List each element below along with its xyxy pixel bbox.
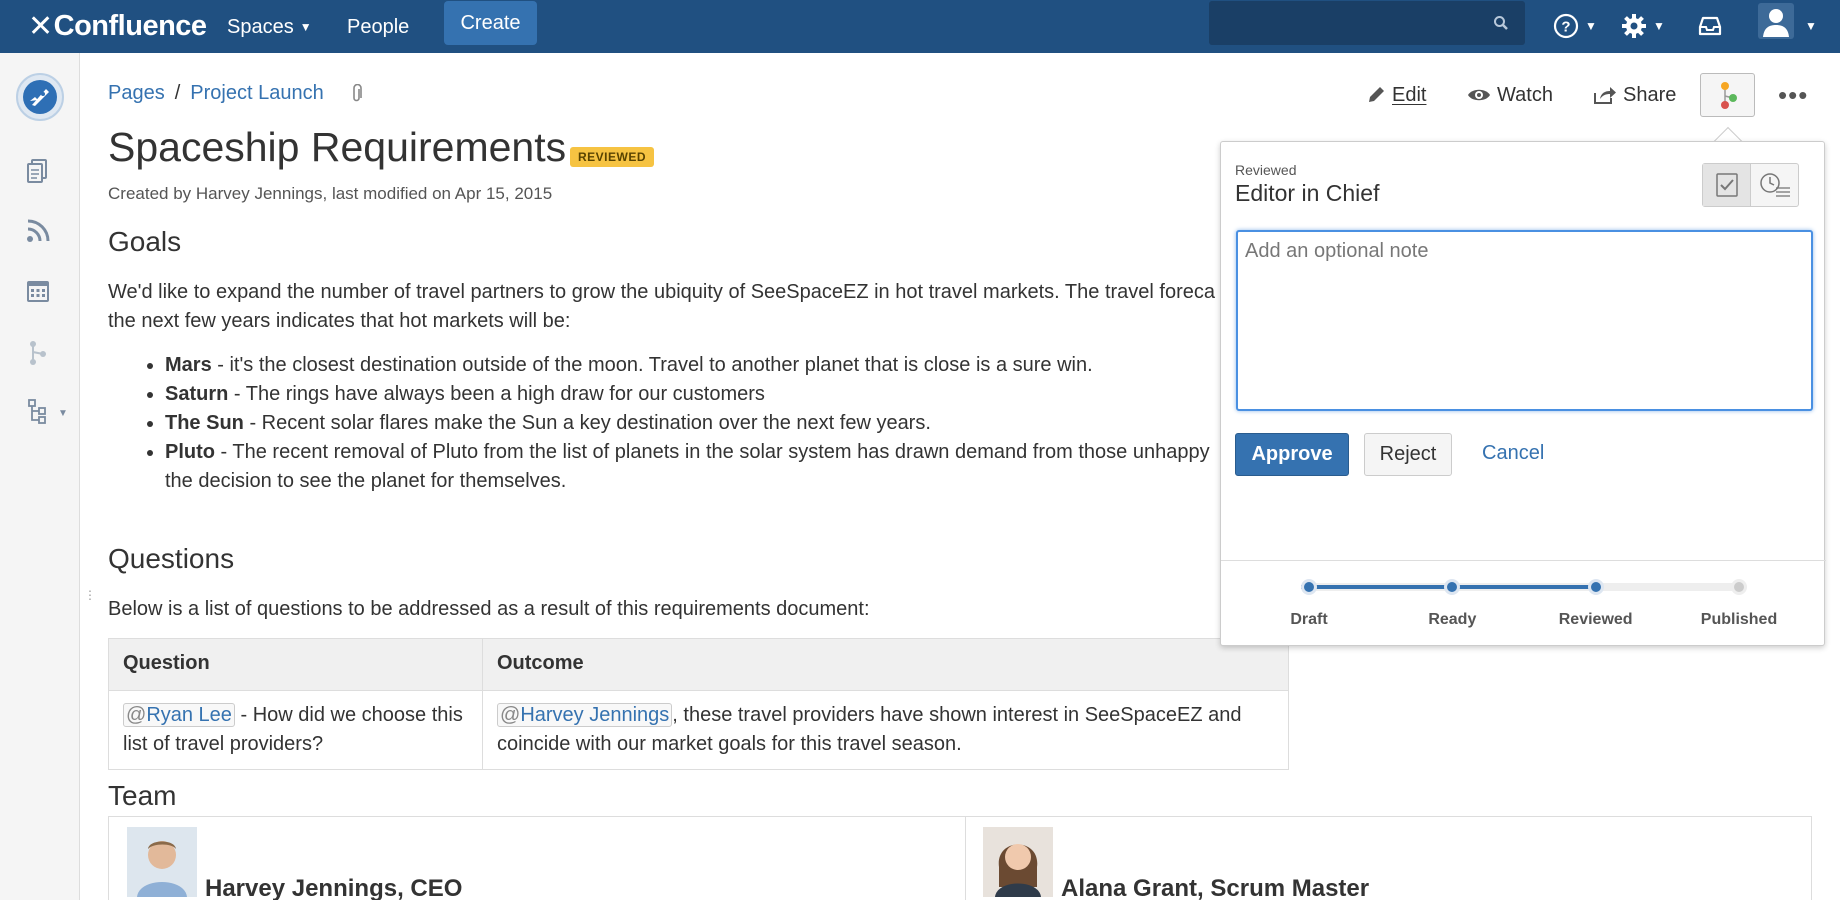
history-clock-icon	[1759, 173, 1790, 197]
stage-label-ready: Ready	[1428, 611, 1477, 628]
popup-view-toggle	[1702, 163, 1799, 207]
workflow-state-label: Reviewed	[1235, 162, 1297, 178]
status-badge[interactable]: REVIEWED	[570, 147, 655, 167]
checklist-icon	[1715, 173, 1738, 197]
page-title: Spaceship Requirements	[108, 124, 567, 170]
sidebar-resize-handle[interactable]: ⋮	[84, 589, 96, 601]
chevron-down-icon: ▼	[1585, 19, 1597, 33]
calendar-icon[interactable]	[25, 278, 51, 304]
top-nav-bar: ✕ Confluence Spaces▼ People Create ? ▼	[0, 0, 1840, 53]
stage-dot-reviewed	[1587, 579, 1604, 595]
approval-view-button[interactable]	[1703, 164, 1751, 206]
user-mention[interactable]: @Ryan Lee	[123, 703, 235, 727]
outcome-cell: @Harvey Jennings, these travel providers…	[482, 690, 1289, 770]
workflow-icon	[1721, 82, 1737, 109]
list-item: The Sun - Recent solar flares make the S…	[147, 409, 1225, 438]
chevron-down-icon: ▼	[299, 20, 312, 34]
reject-button[interactable]: Reject	[1364, 433, 1452, 476]
goals-list: Mars - it's the closest destination outs…	[147, 351, 1225, 496]
questions-intro: Below is a list of questions to be addre…	[108, 598, 870, 620]
paperclip-icon[interactable]	[350, 83, 364, 104]
list-item: Mars - it's the closest destination outs…	[147, 351, 1225, 380]
goals-heading: Goals	[108, 226, 182, 257]
question-cell: @Ryan Lee - How did we choose this list …	[108, 690, 483, 770]
nav-spaces-menu[interactable]: Spaces ▼	[227, 12, 312, 42]
table-header-row: Question Outcome	[108, 638, 1289, 691]
watch-button[interactable]: Watch	[1467, 80, 1553, 110]
page-tree-icon[interactable]	[25, 398, 51, 424]
svg-text:?: ?	[1561, 19, 1570, 36]
share-button[interactable]: Share	[1593, 80, 1676, 110]
search-icon	[1494, 16, 1508, 30]
search-input[interactable]	[1209, 1, 1525, 45]
chevron-down-icon: ▼	[1805, 19, 1817, 33]
list-item: Pluto - The recent removal of Pluto from…	[147, 438, 1225, 496]
team-heading: Team	[108, 780, 177, 811]
column-header-outcome: Outcome	[482, 638, 1289, 691]
pencil-icon	[1369, 87, 1384, 102]
cancel-link[interactable]: Cancel	[1482, 442, 1544, 465]
confluence-logo[interactable]: ✕ Confluence	[28, 6, 207, 46]
stage-dot-draft	[1301, 579, 1317, 595]
eye-icon	[1468, 89, 1490, 101]
stage-label-reviewed: Reviewed	[1558, 611, 1633, 628]
team-member-name: Alana Grant, Scrum Master	[1061, 875, 1370, 900]
breadcrumb: Pages / Project Launch	[108, 82, 364, 105]
create-button[interactable]: Create	[444, 1, 537, 45]
help-menu[interactable]: ? ▼	[1553, 9, 1597, 43]
team-divider	[965, 817, 966, 900]
more-actions-button[interactable]: •••	[1778, 80, 1808, 111]
nav-people-link[interactable]: People	[347, 12, 409, 42]
user-mention[interactable]: @Harvey Jennings	[497, 703, 673, 727]
notifications-button[interactable]	[1697, 9, 1723, 43]
team-section: Harvey Jennings, CEO Alana Grant, Scrum …	[108, 816, 1812, 900]
approval-note-textarea[interactable]	[1236, 230, 1813, 411]
avatar	[983, 827, 1053, 897]
page-byline: Created by Harvey Jennings, last modifie…	[108, 184, 553, 203]
popup-divider	[1221, 560, 1826, 561]
avatar	[127, 827, 197, 897]
workflow-role-label: Editor in Chief	[1235, 180, 1380, 206]
user-avatar-button[interactable]	[1758, 3, 1794, 39]
questions-table: Question Outcome @Ryan Lee - How did we …	[108, 638, 1289, 770]
stage-label-published: Published	[1700, 611, 1778, 628]
list-item: Saturn - The rings have always been a hi…	[147, 380, 1225, 409]
questions-heading: Questions	[108, 543, 235, 574]
table-row: @Ryan Lee - How did we choose this list …	[108, 690, 1289, 770]
approve-button[interactable]: Approve	[1235, 433, 1349, 476]
history-view-button[interactable]	[1751, 164, 1798, 206]
workflow-toggle-button[interactable]	[1700, 73, 1755, 117]
chevron-down-icon[interactable]: ▼	[58, 408, 68, 419]
inbox-tray-icon	[1698, 16, 1722, 36]
confluence-x-icon: ✕	[28, 9, 53, 43]
share-icon	[1594, 87, 1616, 104]
blog-icon[interactable]	[25, 218, 51, 244]
help-icon: ?	[1553, 13, 1579, 39]
team-member-name: Harvey Jennings, CEO	[205, 875, 463, 900]
column-header-question: Question	[108, 638, 483, 691]
space-sidebar: ▼	[0, 53, 80, 900]
stage-dot-ready	[1444, 579, 1461, 595]
workflow-popup: Reviewed Editor in Chief Approve Reject …	[1220, 141, 1826, 646]
breadcrumb-pages-link[interactable]: Pages	[108, 82, 165, 105]
workflow-icon[interactable]	[25, 340, 51, 366]
breadcrumb-parent-link[interactable]: Project Launch	[190, 82, 323, 105]
rocket-logo-icon	[23, 80, 57, 114]
user-icon	[1763, 9, 1789, 37]
settings-menu[interactable]: ▼	[1621, 9, 1665, 43]
gear-icon	[1622, 14, 1646, 38]
user-menu-caret[interactable]: ▼	[1799, 9, 1817, 43]
breadcrumb-separator: /	[174, 82, 181, 104]
chevron-down-icon: ▼	[1653, 19, 1665, 33]
pages-icon[interactable]	[25, 158, 51, 184]
stage-dot-published	[1731, 579, 1747, 595]
goals-intro: We'd like to expand the number of travel…	[108, 281, 1215, 332]
space-logo[interactable]	[16, 73, 64, 121]
edit-button[interactable]: Edit	[1366, 80, 1426, 110]
stage-label-draft: Draft	[1290, 611, 1328, 628]
